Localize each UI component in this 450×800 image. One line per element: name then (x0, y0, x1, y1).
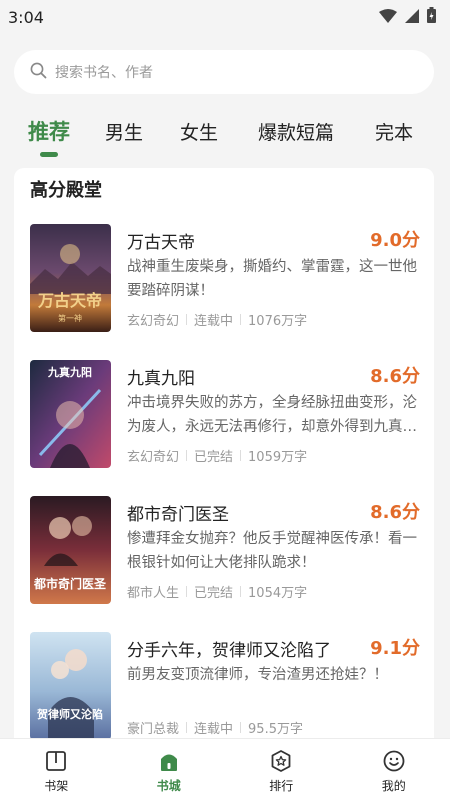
book-meta: 都市人生 已完结 1054万字 (127, 582, 307, 601)
book-title: 九真九阳 (127, 369, 195, 389)
nav-label: 我的 (381, 779, 406, 793)
tab-completed[interactable]: 完本 (375, 118, 413, 145)
meta-divider (240, 722, 242, 733)
book-genre: 玄幻奇幻 (127, 450, 180, 465)
book-list-item[interactable]: 贺律师又沦陷 分手六年，贺律师又沦陷了 9.1分 前男友变顶流律师，专治渣男还抢… (14, 632, 434, 752)
cover-title: 都市奇门医圣 (33, 576, 107, 591)
book-title: 分手六年，贺律师又沦陷了 (127, 641, 331, 661)
book-cover: 贺律师又沦陷 (30, 632, 111, 740)
book-title: 万古天帝 (127, 233, 195, 253)
book-list-item[interactable]: 九真九阳 九真九阳 8.6分 冲击境界失败的苏方，全身经脉扭曲变形，沦为废人，永… (14, 360, 434, 480)
cover-title: 万古天帝 (37, 291, 102, 310)
book-score: 8.6分 (370, 366, 420, 387)
book-description: 冲击境界失败的苏方，全身经脉扭曲变形，沦为废人，永远无法再修行，却意外得到九真九… (127, 395, 417, 435)
meta-divider (186, 586, 188, 597)
book-icon (43, 748, 69, 774)
book-word-count: 1054万字 (248, 586, 308, 601)
ranking-badge-icon (268, 748, 294, 774)
book-word-count: 1076万字 (248, 314, 308, 329)
search-icon (30, 62, 47, 83)
tab-hit-shorts[interactable]: 爆款短篇 (258, 118, 334, 145)
book-status: 连载中 (194, 314, 234, 329)
book-description: 战神重生废柴身，撕婚约、掌雷霆，这一世他要踏碎阴谋！ (127, 259, 417, 299)
wifi-icon (379, 8, 397, 27)
book-word-count: 1059万字 (248, 450, 308, 465)
book-description: 惨遭拜金女抛弃？他反手觉醒神医传承！看一根银针如何让大佬排队跪求！ (127, 531, 417, 571)
nav-label: 书架 (44, 779, 69, 793)
bottom-nav: 书架 书城 排行 我的 (0, 738, 450, 800)
tab-recommend[interactable]: 推荐 (28, 116, 70, 146)
search-input[interactable]: 搜索书名、作者 (14, 50, 434, 94)
home-icon (156, 748, 182, 774)
book-score: 9.1分 (370, 638, 420, 659)
book-word-count: 95.5万字 (248, 722, 303, 737)
book-genre: 玄幻奇幻 (127, 314, 180, 329)
book-meta: 玄幻奇幻 连载中 1076万字 (127, 310, 307, 329)
book-score: 9.0分 (370, 230, 420, 251)
cover-subtitle: 第一神 (58, 313, 82, 323)
category-tabs: 推荐 男生 女生 爆款短篇 完本 (0, 116, 450, 160)
tab-active-indicator (40, 152, 58, 157)
cellular-signal-icon (405, 8, 419, 27)
nav-label: 排行 (269, 779, 294, 793)
cover-title: 九真九阳 (47, 365, 92, 379)
book-score: 8.6分 (370, 502, 420, 523)
book-cover: 都市奇门医圣 (30, 496, 111, 604)
section-title: 高分殿堂 (30, 180, 102, 201)
nav-bookshelf[interactable]: 书架 (0, 739, 113, 800)
meta-divider (186, 450, 188, 461)
book-status: 已完结 (194, 586, 234, 601)
book-meta: 豪门总裁 连载中 95.5万字 (127, 718, 303, 737)
battery-icon (427, 7, 436, 27)
book-genre: 都市人生 (127, 586, 180, 601)
tab-female[interactable]: 女生 (180, 118, 218, 145)
book-list-item[interactable]: 万古天帝 第一神 万古天帝 9.0分 战神重生废柴身，撕婚约、掌雷霆，这一世他要… (14, 224, 434, 344)
meta-divider (186, 722, 188, 733)
cover-title: 贺律师又沦陷 (36, 707, 103, 721)
tab-male[interactable]: 男生 (105, 118, 143, 145)
book-cover: 九真九阳 (30, 360, 111, 468)
nav-bookstore[interactable]: 书城 (113, 739, 226, 800)
status-icons (379, 7, 436, 27)
meta-divider (240, 586, 242, 597)
meta-divider (240, 314, 242, 325)
book-genre: 豪门总裁 (127, 722, 180, 737)
nav-label: 书城 (156, 779, 181, 793)
book-status: 已完结 (194, 450, 234, 465)
book-meta: 玄幻奇幻 已完结 1059万字 (127, 446, 307, 465)
nav-profile[interactable]: 我的 (338, 739, 450, 800)
book-description: 前男友变顶流律师，专治渣男还抢娃？！ (127, 667, 388, 683)
nav-ranking[interactable]: 排行 (225, 739, 338, 800)
book-list-item[interactable]: 都市奇门医圣 都市奇门医圣 8.6分 惨遭拜金女抛弃？他反手觉醒神医传承！看一根… (14, 496, 434, 616)
meta-divider (186, 314, 188, 325)
smiley-face-icon (381, 748, 407, 774)
book-status: 连载中 (194, 722, 234, 737)
search-placeholder: 搜索书名、作者 (55, 65, 153, 81)
meta-divider (240, 450, 242, 461)
book-title: 都市奇门医圣 (127, 505, 229, 525)
status-bar: 3:04 (0, 0, 450, 34)
high-score-section: 高分殿堂 万古天帝 第一神 万古天帝 9.0分 战神重生废柴身，撕婚约、掌雷霆，… (14, 168, 434, 768)
book-cover: 万古天帝 第一神 (30, 224, 111, 332)
status-time: 3:04 (8, 7, 44, 27)
